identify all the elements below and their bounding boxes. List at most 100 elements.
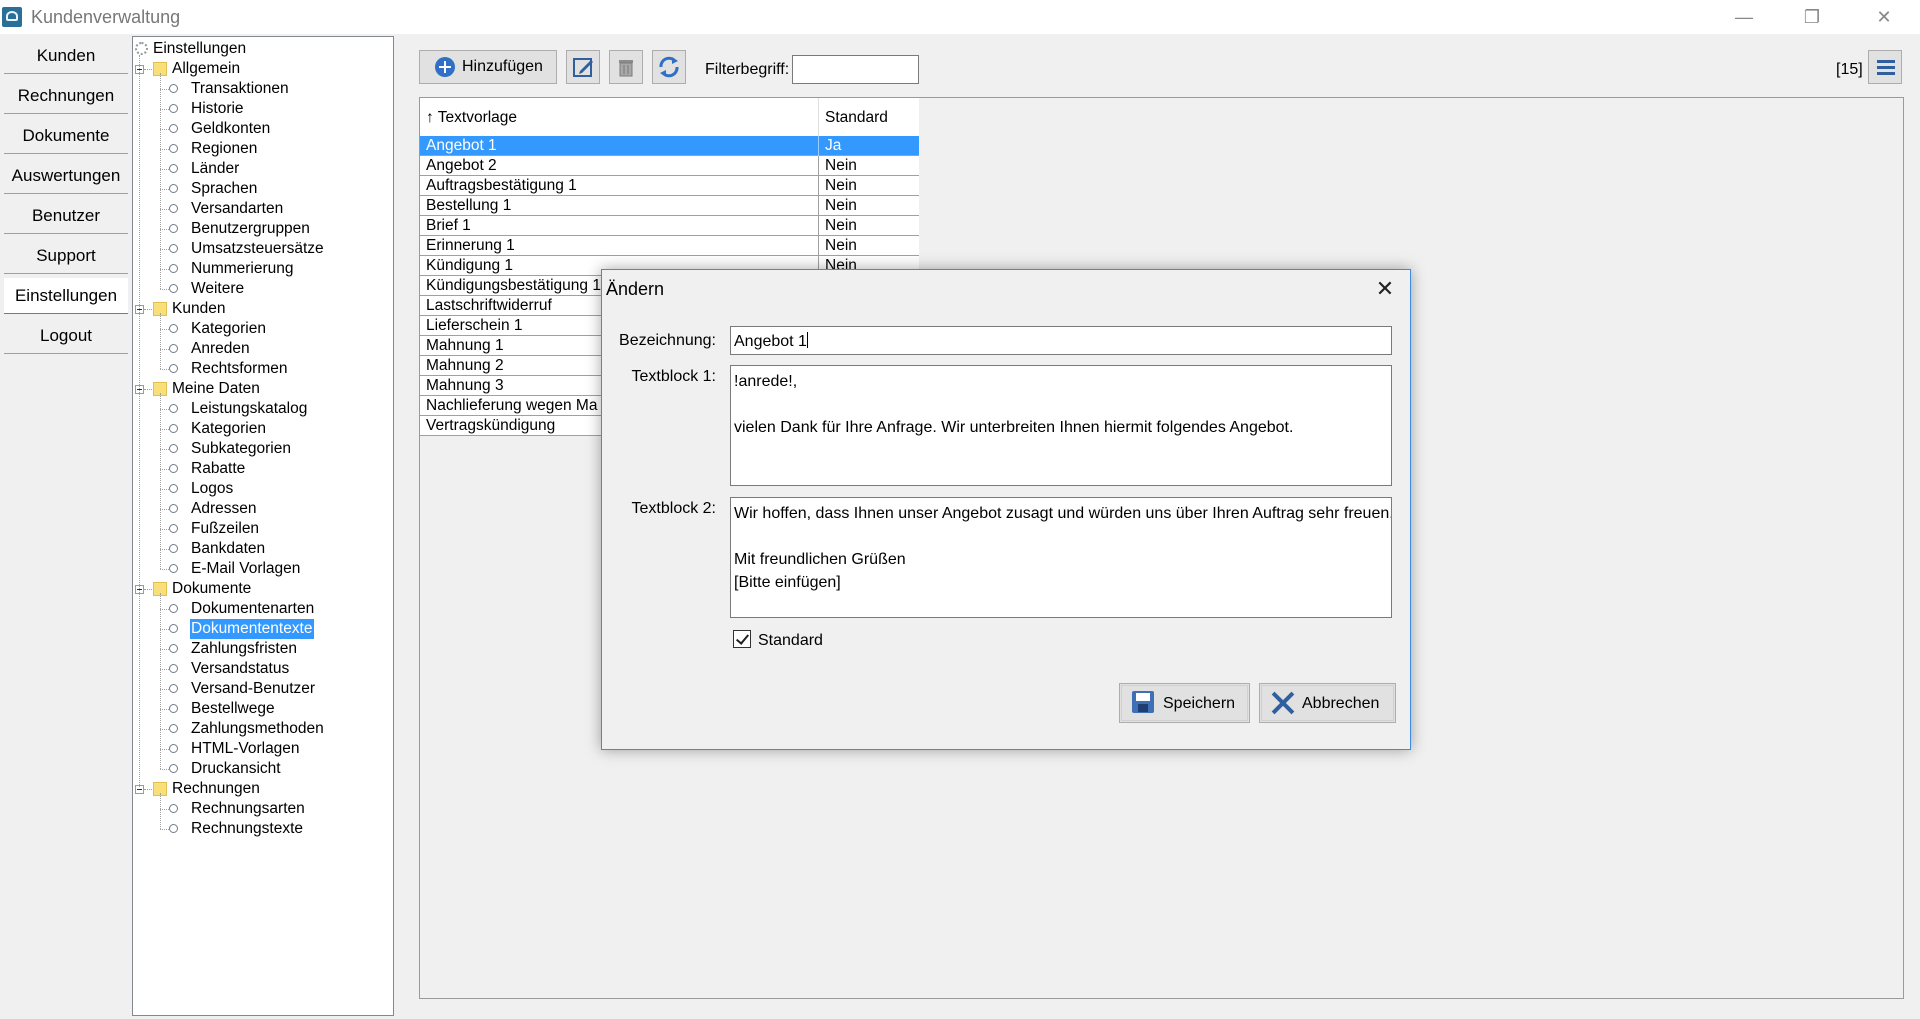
cell-separator	[818, 236, 819, 256]
tree-item[interactable]: Rechnungsarten	[133, 799, 383, 819]
nav-dokumente-button[interactable]: Dokumente	[4, 118, 128, 154]
tree-connector	[160, 189, 169, 190]
tree-group-allgemein[interactable]: Allgemein	[133, 59, 383, 79]
column-header-standard[interactable]: Standard	[825, 109, 888, 127]
close-window-button[interactable]: ✕	[1856, 0, 1912, 34]
tree-item[interactable]: Adressen	[133, 499, 383, 519]
tree-item[interactable]: Regionen	[133, 139, 383, 159]
cell-standard: Nein	[825, 157, 857, 174]
tree-item[interactable]: Rechnungstexte	[133, 819, 383, 839]
standard-checkbox[interactable]	[733, 630, 751, 648]
tree-item[interactable]: Rechtsformen	[133, 359, 383, 379]
tree-item-label: Versandarten	[191, 200, 284, 217]
table-row[interactable]: Angebot 1 Ja	[420, 136, 919, 156]
cancel-button[interactable]: Abbrechen	[1259, 683, 1396, 723]
leaf-icon	[169, 624, 178, 633]
table-row[interactable]: Auftragsbestätigung 1 Nein	[420, 176, 919, 196]
tree-item-label: Logos	[191, 480, 234, 497]
tree-group-dokumente[interactable]: Dokumente	[133, 579, 383, 599]
textblock1-label: Textblock 1:	[631, 368, 716, 385]
tree-item[interactable]: Zahlungsfristen	[133, 639, 383, 659]
column-header-textvorlage[interactable]: ↑ Textvorlage	[426, 109, 517, 127]
tree-connector	[160, 229, 169, 230]
nav-einstellungen-button[interactable]: Einstellungen	[4, 278, 128, 314]
tree-group-label: Kunden	[172, 300, 226, 317]
edit-button[interactable]	[566, 50, 600, 84]
delete-button[interactable]	[609, 50, 643, 84]
menu-button[interactable]	[1868, 50, 1902, 84]
tree-item[interactable]: Umsatzsteuersätze	[133, 239, 383, 259]
nav-rechnungen-button[interactable]: Rechnungen	[4, 78, 128, 114]
tree-root[interactable]: Einstellungen	[133, 39, 383, 59]
tree-item[interactable]: Historie	[133, 99, 383, 119]
tree-group-meine-daten[interactable]: Meine Daten	[133, 379, 383, 399]
tree-item[interactable]: Weitere	[133, 279, 383, 299]
nav-benutzer-button[interactable]: Benutzer	[4, 198, 128, 234]
cell-textvorlage: Mahnung 3	[426, 377, 504, 394]
tree-item[interactable]: Länder	[133, 159, 383, 179]
tree-item[interactable]: Benutzergruppen	[133, 219, 383, 239]
tree-item[interactable]: Dokumententexte	[133, 619, 383, 639]
tree-item[interactable]: E-Mail Vorlagen	[133, 559, 383, 579]
tree-connector	[160, 109, 169, 110]
table-row[interactable]: Erinnerung 1 Nein	[420, 236, 919, 256]
leaf-icon	[169, 144, 178, 153]
tree-item[interactable]: Rabatte	[133, 459, 383, 479]
tree-item[interactable]: Nummerierung	[133, 259, 383, 279]
tree-connector	[160, 489, 169, 490]
table-row[interactable]: Angebot 2 Nein	[420, 156, 919, 176]
tree-item[interactable]: Bestellwege	[133, 699, 383, 719]
dialog-close-button[interactable]: ✕	[1367, 274, 1403, 304]
tree-item[interactable]: Subkategorien	[133, 439, 383, 459]
tree-connector	[160, 769, 169, 770]
column-separator[interactable]	[818, 98, 819, 136]
restore-button[interactable]: ❐	[1784, 0, 1840, 34]
tree-item[interactable]: Versand-Benutzer	[133, 679, 383, 699]
standard-checkbox-label[interactable]: Standard	[758, 632, 823, 650]
hamburger-icon	[1877, 60, 1895, 63]
filter-input[interactable]	[792, 55, 919, 84]
leaf-icon	[169, 484, 178, 493]
tree-group-kunden[interactable]: Kunden	[133, 299, 383, 319]
tree-item[interactable]: Leistungskatalog	[133, 399, 383, 419]
tree-connector	[160, 649, 169, 650]
tree-item[interactable]: Versandarten	[133, 199, 383, 219]
tree-connector	[160, 609, 169, 610]
tree-item[interactable]: Kategorien	[133, 419, 383, 439]
tree-item[interactable]: Druckansicht	[133, 759, 383, 779]
tree-item[interactable]: Logos	[133, 479, 383, 499]
leaf-icon	[169, 184, 178, 193]
tree-item[interactable]: Kategorien	[133, 319, 383, 339]
tree-item[interactable]: Bankdaten	[133, 539, 383, 559]
tree-connector	[160, 393, 161, 569]
nav-logout-button[interactable]: Logout	[4, 318, 128, 354]
filter-label: Filterbegriff:	[705, 61, 790, 78]
nav-support-button[interactable]: Support	[4, 238, 128, 274]
save-icon	[1132, 691, 1154, 713]
tree-item-label: Dokumentenarten	[191, 600, 315, 617]
refresh-button[interactable]	[652, 50, 686, 84]
table-row[interactable]: Brief 1 Nein	[420, 216, 919, 236]
tree-connector	[144, 309, 152, 310]
tree-item-label: Rechnungstexte	[191, 820, 304, 837]
tree-item[interactable]: Zahlungsmethoden	[133, 719, 383, 739]
tree-group-label: Allgemein	[172, 60, 241, 77]
save-button[interactable]: Speichern	[1119, 683, 1250, 723]
nav-auswertungen-button[interactable]: Auswertungen	[4, 158, 128, 194]
textblock2-textarea[interactable]: Wir hoffen, dass Ihnen unser Angebot zus…	[730, 497, 1392, 618]
tree-item[interactable]: Anreden	[133, 339, 383, 359]
tree-item[interactable]: Dokumentenarten	[133, 599, 383, 619]
nav-kunden-button[interactable]: Kunden	[4, 38, 128, 74]
tree-item[interactable]: HTML-Vorlagen	[133, 739, 383, 759]
add-button[interactable]: Hinzufügen	[419, 50, 557, 84]
tree-item[interactable]: Fußzeilen	[133, 519, 383, 539]
tree-item[interactable]: Versandstatus	[133, 659, 383, 679]
minimize-button[interactable]: —	[1716, 0, 1772, 34]
tree-item[interactable]: Transaktionen	[133, 79, 383, 99]
bezeichnung-input[interactable]: Angebot 1	[730, 326, 1392, 355]
textblock1-textarea[interactable]: !anrede!, vielen Dank für Ihre Anfrage. …	[730, 365, 1392, 486]
table-row[interactable]: Bestellung 1 Nein	[420, 196, 919, 216]
tree-item[interactable]: Geldkonten	[133, 119, 383, 139]
tree-group-rechnungen[interactable]: Rechnungen	[133, 779, 383, 799]
tree-item[interactable]: Sprachen	[133, 179, 383, 199]
